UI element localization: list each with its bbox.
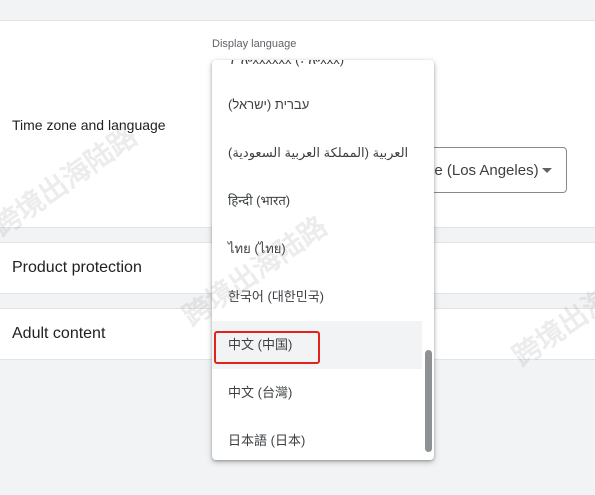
product-protection-title: Product protection	[12, 259, 142, 276]
adult-content-title: Adult content	[12, 325, 106, 342]
language-option-korean[interactable]: 한국어 (대한민국)	[212, 273, 422, 321]
timezone-select-value: ne (Los Angeles)	[426, 162, 539, 179]
dropdown-scrollbar-thumb[interactable]	[425, 350, 432, 452]
language-option-arabic[interactable]: العربية (المملكة العربية السعودية)	[212, 129, 422, 177]
selection-highlight-box	[214, 331, 320, 364]
language-option-japanese[interactable]: 日本語 (日本)	[212, 417, 422, 460]
display-language-dropdown[interactable]: ፕ ሎxxxxxx (፣ ሎxxx) עברית (ישראל) العربية…	[212, 60, 434, 460]
language-option-hebrew[interactable]: עברית (ישראל)	[212, 81, 422, 129]
language-option-hindi[interactable]: हिन्दी (भारत)	[212, 177, 422, 225]
language-option-thai[interactable]: ไทย (ไทย)	[212, 225, 422, 273]
time-zone-language-title: Time zone and language	[12, 117, 166, 133]
top-gap	[0, 0, 595, 20]
chevron-down-icon	[542, 168, 552, 173]
language-option-chinese-traditional[interactable]: 中文 (台灣)	[212, 369, 422, 417]
display-language-label: Display language	[212, 38, 297, 50]
